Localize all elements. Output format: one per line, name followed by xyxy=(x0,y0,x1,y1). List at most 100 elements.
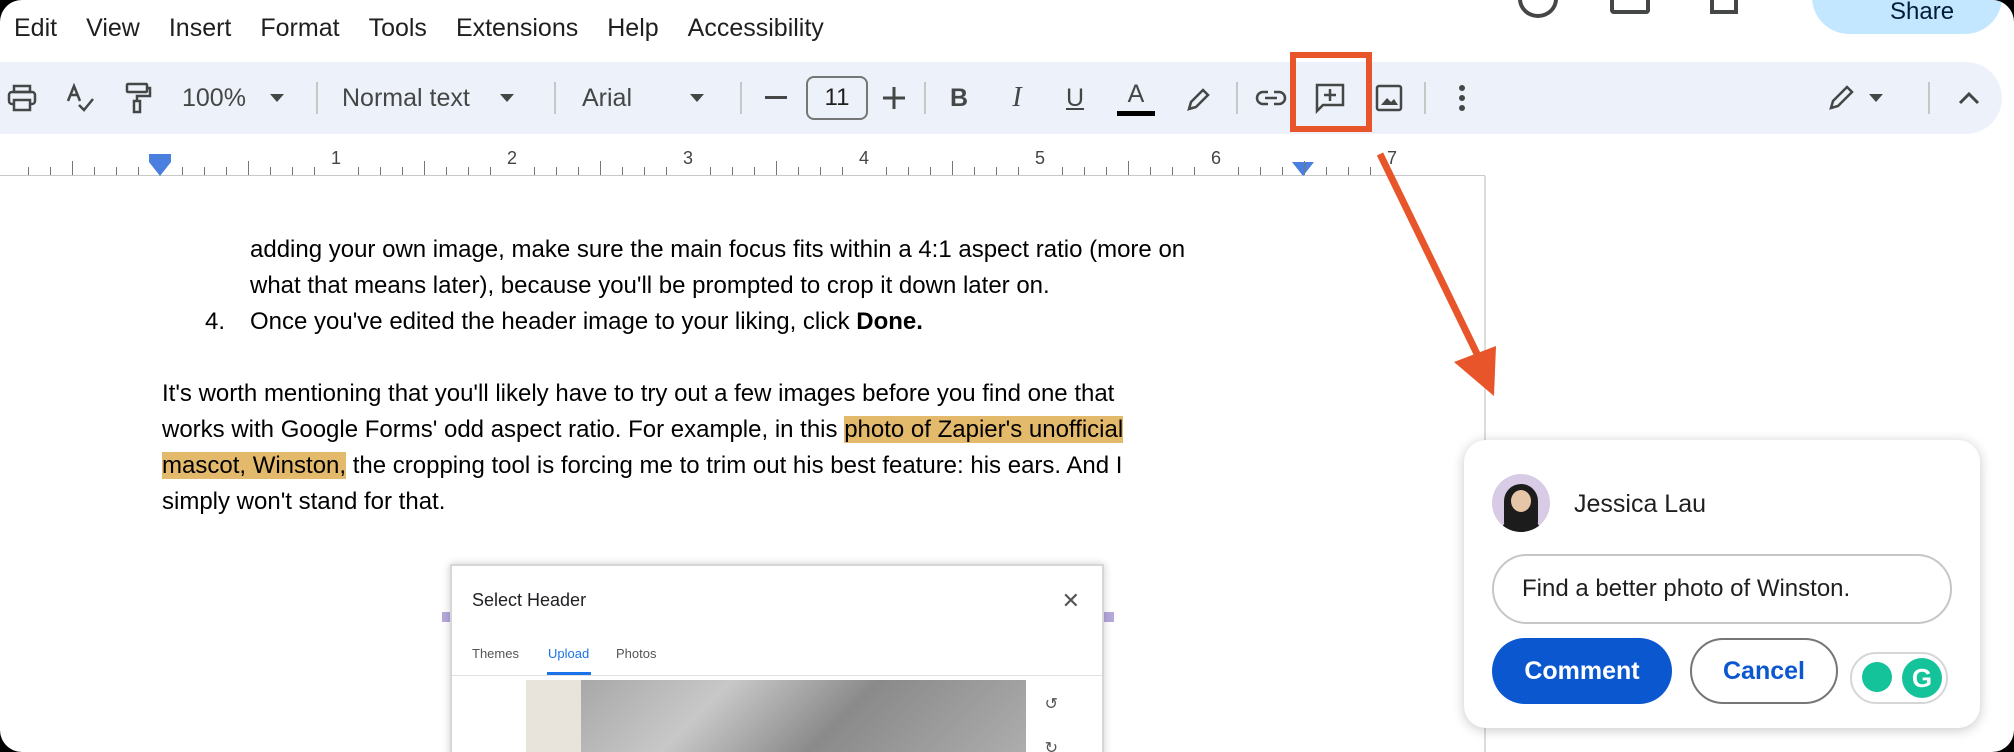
ruler-tick xyxy=(556,167,557,175)
toolbar-divider xyxy=(554,82,556,114)
more-options-button[interactable] xyxy=(1450,62,1474,134)
ruler-tick xyxy=(842,167,843,175)
cancel-button[interactable]: Cancel xyxy=(1690,638,1838,704)
underline-button[interactable]: U xyxy=(1060,62,1090,134)
tab-upload: Upload xyxy=(548,646,590,661)
ruler-tick xyxy=(534,167,535,175)
style-select[interactable]: Normal text xyxy=(342,62,532,134)
ruler: 1 2 3 4 5 6 7 xyxy=(0,142,1485,176)
menu-insert[interactable]: Insert xyxy=(169,14,232,43)
comment-author: Jessica Lau xyxy=(1574,490,1707,518)
comment-input[interactable]: Find a better photo of Winston. xyxy=(1492,554,1952,624)
left-margin-marker[interactable] xyxy=(149,162,171,176)
ruler-tick xyxy=(1018,167,1019,175)
editing-mode-button[interactable] xyxy=(1820,62,1890,134)
paragraph-line: simply won't stand for that. xyxy=(162,488,446,515)
spellcheck-icon[interactable] xyxy=(62,62,98,134)
insert-link-button[interactable] xyxy=(1252,62,1290,134)
more-vert-icon xyxy=(1459,85,1465,111)
menu-edit[interactable]: Edit xyxy=(14,14,57,43)
font-select[interactable]: Arial xyxy=(582,62,722,134)
highlight-color-button[interactable] xyxy=(1182,62,1216,134)
ruler-number: 1 xyxy=(331,148,342,168)
toolbar-divider xyxy=(1236,82,1238,114)
bold-text: Done. xyxy=(856,308,923,335)
ruler-tick xyxy=(1150,167,1151,175)
ruler-tick xyxy=(380,167,381,175)
chevron-down-icon xyxy=(1869,94,1883,102)
avatar xyxy=(1492,474,1550,532)
italic-icon: I xyxy=(1012,82,1022,113)
menu-help[interactable]: Help xyxy=(607,14,658,43)
text-color-button[interactable]: A xyxy=(1114,62,1158,134)
tab-themes: Themes xyxy=(472,646,519,661)
right-margin-marker[interactable] xyxy=(1292,162,1314,176)
collapse-toolbar-button[interactable] xyxy=(1952,62,1986,134)
decrease-font-size-button[interactable] xyxy=(762,62,790,134)
ruler-tick xyxy=(710,167,711,175)
ruler-tick xyxy=(952,161,953,175)
increase-font-size-button[interactable] xyxy=(880,62,908,134)
grammarly-icon[interactable]: G xyxy=(1902,658,1942,698)
share-button[interactable]: Share xyxy=(1812,0,2002,34)
grammarly-widget[interactable]: G xyxy=(1850,652,1948,704)
ruler-tick xyxy=(402,167,403,175)
paragraph-line: mascot, Winston, the cropping tool is fo… xyxy=(162,448,1122,484)
left-indent-marker[interactable] xyxy=(149,154,171,162)
font-size-input[interactable]: 11 xyxy=(806,76,868,120)
close-icon: ✕ xyxy=(1061,588,1080,613)
italic-button[interactable]: I xyxy=(1002,62,1032,134)
ruler-tick xyxy=(798,167,799,175)
toolbar-divider xyxy=(740,82,742,114)
winston-photo xyxy=(526,680,1026,752)
toolbar-divider xyxy=(316,82,318,114)
ruler-tick xyxy=(996,167,997,175)
ruler-tick xyxy=(1348,167,1349,175)
commented-text-highlight[interactable]: photo of Zapier's unofficial xyxy=(844,416,1124,443)
commented-text-highlight[interactable]: mascot, Winston, xyxy=(162,452,347,479)
menu-extensions[interactable]: Extensions xyxy=(456,14,578,43)
zoom-select[interactable]: 100% xyxy=(182,62,292,134)
meet-icon[interactable] xyxy=(1710,0,1738,14)
list-text: Once you've edited the header image to y… xyxy=(250,308,857,335)
ruler-tick xyxy=(1282,167,1283,175)
embedded-screenshot[interactable]: Select Header ✕ Themes Upload Photos ↺ ↻ xyxy=(450,564,1104,752)
print-icon[interactable] xyxy=(4,62,40,134)
text-color-swatch xyxy=(1117,111,1155,116)
rotate-right-icon: ↻ xyxy=(1044,740,1058,752)
insert-image-button[interactable] xyxy=(1372,62,1406,134)
menu-tools[interactable]: Tools xyxy=(369,14,427,43)
minus-icon xyxy=(765,96,787,99)
lightbulb-icon[interactable] xyxy=(1862,662,1892,692)
bold-button[interactable]: B xyxy=(944,62,974,134)
ruler-tick xyxy=(292,167,293,175)
list-item: Once you've edited the header image to y… xyxy=(250,304,923,340)
toolbar: 100% Normal text Arial 11 B I U A xyxy=(0,62,2002,134)
ruler-tick xyxy=(1260,167,1261,175)
chevron-down-icon xyxy=(499,94,514,102)
comment-button[interactable]: Comment xyxy=(1492,638,1672,704)
paragraph-line: works with Google Forms' odd aspect rati… xyxy=(162,412,1124,448)
plus-icon xyxy=(883,87,905,109)
paint-format-icon[interactable] xyxy=(120,62,156,134)
ruler-tick xyxy=(490,167,491,175)
ruler-tick xyxy=(248,161,249,175)
text-color-icon: A xyxy=(1127,80,1145,108)
chevron-up-icon xyxy=(1958,91,1980,105)
menu-format[interactable]: Format xyxy=(260,14,339,43)
image-handle[interactable] xyxy=(1104,612,1114,622)
ruler-number: 6 xyxy=(1211,148,1222,168)
ruler-tick xyxy=(116,167,117,175)
ruler-tick xyxy=(1304,161,1305,175)
photo-crop-area xyxy=(526,680,581,752)
ruler-number: 5 xyxy=(1035,148,1046,168)
menu-accessibility[interactable]: Accessibility xyxy=(688,14,824,43)
highlighter-icon xyxy=(1187,88,1210,111)
ruler-tick xyxy=(314,167,315,175)
ruler-tick xyxy=(226,167,227,175)
font-value: Arial xyxy=(582,83,633,112)
avatar-face xyxy=(1511,490,1531,512)
comments-icon[interactable] xyxy=(1610,0,1650,14)
paragraph-line: It's worth mentioning that you'll likely… xyxy=(162,380,1115,407)
menu-view[interactable]: View xyxy=(86,14,140,43)
